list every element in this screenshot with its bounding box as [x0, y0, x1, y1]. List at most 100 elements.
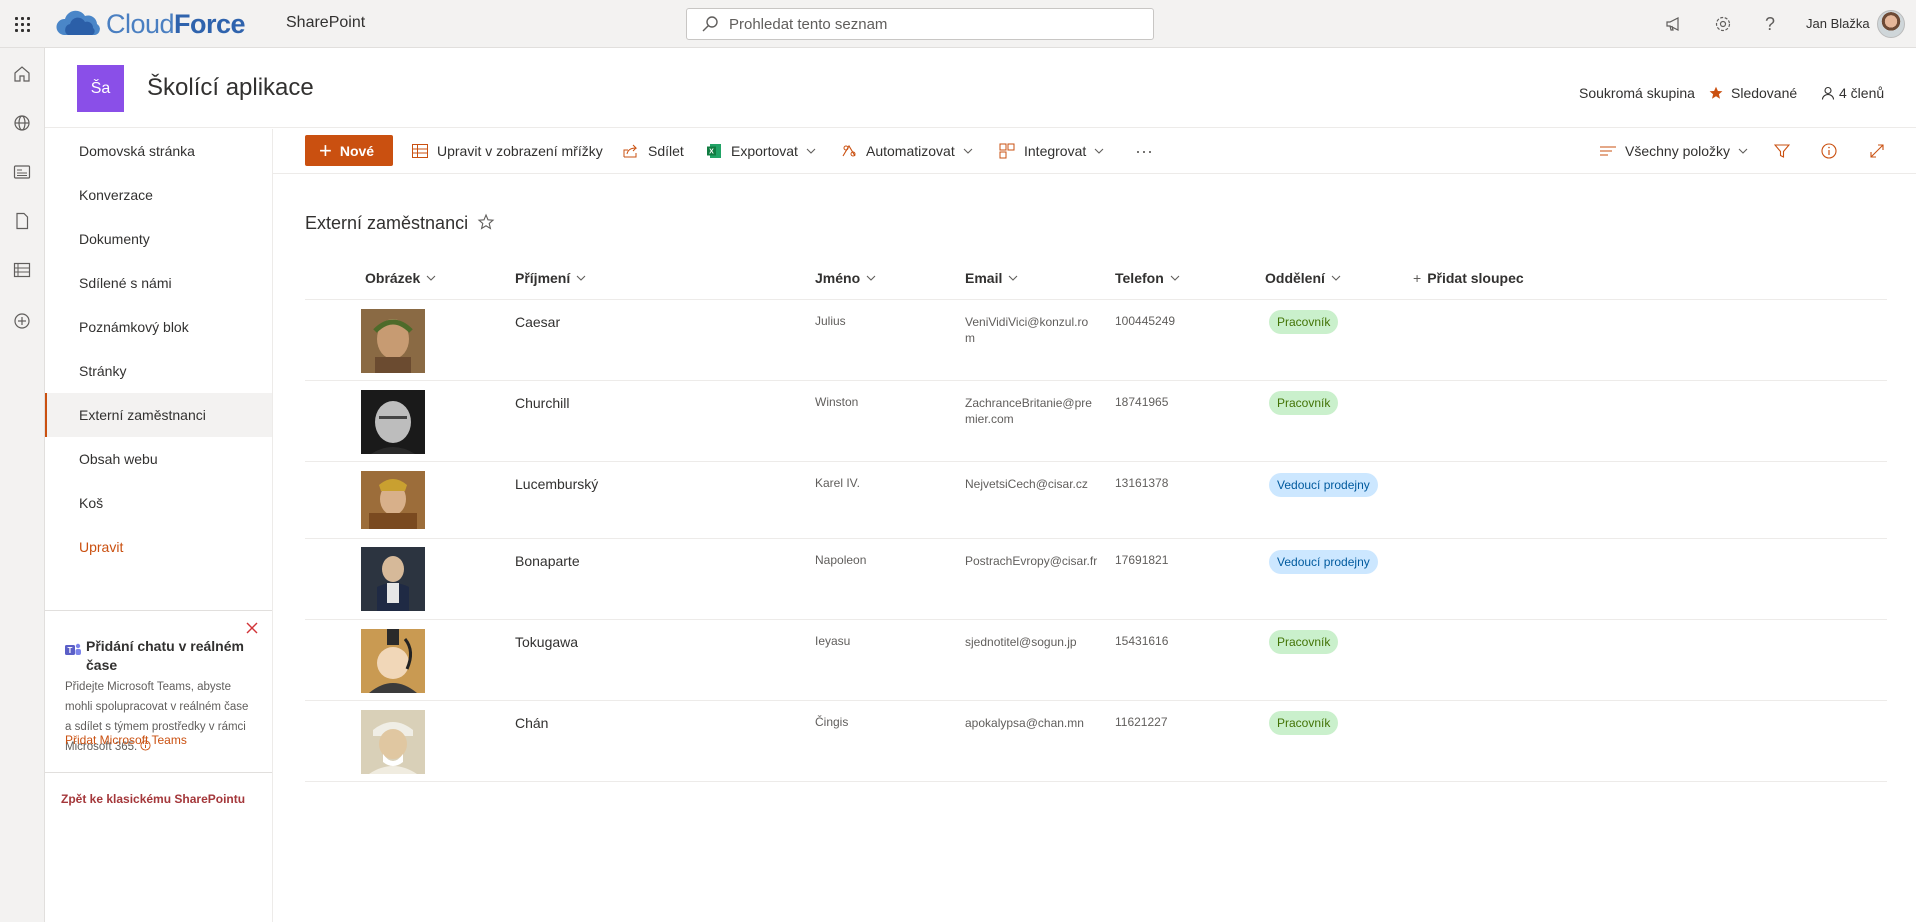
name-cell: Napoleon [815, 553, 867, 567]
department-badge: Vedoucí prodejny [1269, 473, 1378, 497]
table-row[interactable]: Caesar Julius VeniVidiVici@konzul.rom 10… [305, 300, 1887, 381]
nav-item-external-employees[interactable]: Externí zaměstnanci [45, 393, 272, 437]
nav-item-shared-with-us[interactable]: Sdílené s námi [45, 261, 272, 305]
search-input[interactable] [729, 15, 1129, 33]
close-icon[interactable] [245, 621, 259, 635]
members-button[interactable]: 4 členů [1821, 85, 1884, 101]
nav-edit-link[interactable]: Upravit [45, 525, 272, 569]
column-header-surname[interactable]: Příjmení [515, 270, 586, 286]
surname-cell: Chán [515, 715, 549, 731]
phone-cell: 17691821 [1115, 553, 1169, 567]
integrate-icon [998, 142, 1016, 160]
nav-item-pages[interactable]: Stránky [45, 349, 272, 393]
add-column-button[interactable]: + Přidat sloupec [1413, 270, 1524, 286]
photo-thumbnail[interactable] [361, 547, 425, 611]
suite-bar: CloudForce SharePoint ? Jan Blažka [0, 0, 1916, 48]
photo-thumbnail[interactable] [361, 309, 425, 373]
settings-icon[interactable] [1711, 12, 1735, 36]
chevron-down-icon [1094, 148, 1104, 154]
nav-item-site-contents[interactable]: Obsah webu [45, 437, 272, 481]
list-title: Externí zaměstnanci [305, 213, 469, 233]
app-launcher-icon[interactable] [0, 0, 44, 48]
email-cell: sjednotitel@sogun.jp [965, 635, 1077, 649]
automate-label: Automatizovat [866, 143, 955, 159]
export-button[interactable]: X Exportovat [705, 139, 816, 163]
favorite-star-icon[interactable] [477, 213, 495, 231]
person-icon [1821, 86, 1835, 100]
app-rail [0, 48, 45, 922]
department-badge: Pracovník [1269, 711, 1339, 735]
nav-item-documents[interactable]: Dokumenty [45, 217, 272, 261]
more-button[interactable]: ··· [1135, 139, 1153, 163]
name-cell: Ieyasu [815, 634, 851, 648]
table-row[interactable]: Churchill Winston ZachranceBritanie@prem… [305, 381, 1887, 462]
svg-text:X: X [709, 149, 714, 156]
photo-thumbnail[interactable] [361, 471, 425, 529]
help-icon[interactable]: ? [1758, 12, 1782, 36]
photo-thumbnail[interactable] [361, 629, 425, 693]
info-pane-icon[interactable] [1821, 139, 1837, 163]
add-column-label: Přidat sloupec [1427, 270, 1524, 286]
filter-icon[interactable] [1774, 139, 1790, 163]
column-header-name[interactable]: Jméno [815, 270, 876, 286]
document-icon[interactable] [10, 209, 34, 233]
svg-text:T: T [68, 646, 73, 655]
news-icon[interactable] [10, 160, 34, 184]
name-cell: Karel IV. [815, 476, 860, 490]
app-name[interactable]: SharePoint [286, 14, 365, 32]
left-navigation: Domovská stránka Konverzace Dokumenty Sd… [45, 129, 273, 922]
email-cell: PostrachEvropy@cisar.fr [965, 554, 1098, 568]
new-button[interactable]: + Nové [305, 135, 393, 166]
chevron-down-icon [866, 275, 876, 281]
share-button[interactable]: Sdílet [622, 139, 684, 163]
phone-cell: 100445249 [1115, 314, 1176, 328]
brand-logo[interactable]: CloudForce [54, 6, 246, 42]
home-icon[interactable] [10, 62, 34, 86]
nav-item-conversations[interactable]: Konverzace [45, 173, 272, 217]
megaphone-icon[interactable] [1662, 12, 1686, 36]
column-header-image[interactable]: Obrázek [365, 270, 436, 286]
photo-thumbnail[interactable] [361, 710, 425, 774]
classic-sharepoint-link[interactable]: Zpět ke klasickému SharePointu [61, 792, 245, 806]
edit-grid-button[interactable]: Upravit v zobrazení mřížky [411, 139, 603, 163]
search-box[interactable] [686, 8, 1154, 40]
logo-text-bold: Force [174, 8, 246, 39]
site-title[interactable]: Školící aplikace [147, 74, 314, 102]
grid-icon [411, 142, 429, 160]
share-icon [622, 142, 640, 160]
view-list-icon [1599, 142, 1617, 160]
expand-icon[interactable] [1869, 139, 1885, 163]
integrate-button[interactable]: Integrovat [998, 139, 1104, 163]
table-row[interactable]: Bonaparte Napoleon PostrachEvropy@cisar.… [305, 539, 1887, 620]
column-header-email[interactable]: Email [965, 270, 1018, 286]
integrate-label: Integrovat [1024, 143, 1087, 159]
add-teams-link[interactable]: Přidat Microsoft Teams [65, 733, 187, 747]
nav-item-notebook[interactable]: Poznámkový blok [45, 305, 272, 349]
column-label: Jméno [815, 270, 861, 286]
share-label: Sdílet [648, 143, 684, 159]
globe-icon[interactable] [10, 111, 34, 135]
nav-item-home[interactable]: Domovská stránka [45, 129, 272, 173]
column-header-department[interactable]: Oddělení [1265, 270, 1341, 286]
table-row[interactable]: Chán Čingis apokalypsa@chan.mn 11621227 … [305, 701, 1887, 782]
members-label: 4 členů [1839, 85, 1885, 101]
add-circle-icon[interactable] [10, 309, 34, 333]
table-row[interactable]: Lucemburský Karel IV. NejvetsiCech@cisar… [305, 462, 1887, 539]
email-cell: VeniVidiVici@konzul.rom [965, 315, 1089, 345]
export-label: Exportovat [731, 143, 798, 159]
table-row[interactable]: Tokugawa Ieyasu sjednotitel@sogun.jp 154… [305, 620, 1887, 701]
phone-cell: 18741965 [1115, 395, 1169, 409]
follow-button[interactable]: Sledované [1709, 85, 1797, 101]
department-badge: Pracovník [1269, 310, 1339, 334]
surname-cell: Tokugawa [515, 634, 579, 650]
photo-thumbnail[interactable] [361, 390, 425, 454]
avatar[interactable] [1877, 10, 1905, 38]
user-name[interactable]: Jan Blažka [1806, 16, 1870, 31]
column-label: Oddělení [1265, 270, 1325, 286]
automate-button[interactable]: Automatizovat [840, 139, 973, 163]
list-icon[interactable] [10, 258, 34, 282]
nav-item-recycle-bin[interactable]: Koš [45, 481, 272, 525]
site-logo[interactable]: Ša [77, 65, 124, 112]
column-header-phone[interactable]: Telefon [1115, 270, 1180, 286]
view-selector[interactable]: Všechny položky [1599, 139, 1748, 163]
